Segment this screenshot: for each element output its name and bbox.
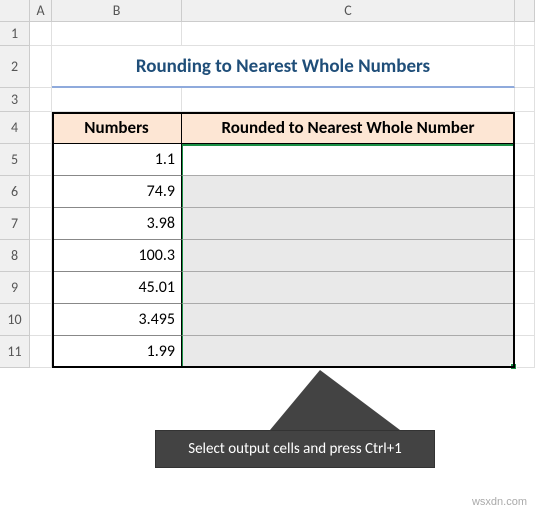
cell-b7[interactable]: 3.98 [52, 208, 182, 240]
page-title: Rounding to Nearest Whole Numbers [52, 46, 515, 88]
row-header-2[interactable]: 2 [0, 46, 30, 88]
cell-a9[interactable] [30, 272, 52, 304]
cell-d4[interactable] [515, 112, 535, 144]
callout-arrow-icon [270, 370, 400, 430]
row-header-5[interactable]: 5 [0, 144, 30, 176]
cell-c7[interactable] [182, 208, 515, 240]
col-header-a[interactable]: A [30, 0, 52, 22]
spreadsheet-grid[interactable]: A B C 1 2 3 4 5 6 7 8 9 10 11 Rounding t… [0, 0, 535, 368]
col-header-blank [515, 0, 535, 22]
cell-d10[interactable] [515, 304, 535, 336]
cell-c10[interactable] [182, 304, 515, 336]
cell-a10[interactable] [30, 304, 52, 336]
cell-c11[interactable] [182, 336, 515, 368]
select-all-corner[interactable] [0, 0, 30, 22]
cell-b1[interactable] [52, 22, 182, 46]
row-header-11[interactable]: 11 [0, 336, 30, 368]
cell-d11[interactable] [515, 336, 535, 368]
cell-d7[interactable] [515, 208, 535, 240]
cell-b5[interactable]: 1.1 [52, 144, 182, 176]
row-header-3[interactable]: 3 [0, 88, 30, 112]
col-header-b[interactable]: B [52, 0, 182, 22]
cell-a8[interactable] [30, 240, 52, 272]
cell-d6[interactable] [515, 176, 535, 208]
cell-d9[interactable] [515, 272, 535, 304]
cell-d2[interactable] [515, 46, 535, 88]
cell-b10[interactable]: 3.495 [52, 304, 182, 336]
cell-c5[interactable] [182, 144, 515, 176]
cell-a5[interactable] [30, 144, 52, 176]
table-header-numbers[interactable]: Numbers [52, 112, 182, 144]
cell-a4[interactable] [30, 112, 52, 144]
row-header-10[interactable]: 10 [0, 304, 30, 336]
cell-a2[interactable] [30, 46, 52, 88]
cell-c3[interactable] [182, 88, 515, 112]
cell-c9[interactable] [182, 272, 515, 304]
watermark-text: wsxdn.com [472, 496, 527, 508]
cell-d1[interactable] [515, 22, 535, 46]
row-header-1[interactable]: 1 [0, 22, 30, 46]
cell-c1[interactable] [182, 22, 515, 46]
row-header-4[interactable]: 4 [0, 112, 30, 144]
cell-a6[interactable] [30, 176, 52, 208]
cell-a1[interactable] [30, 22, 52, 46]
row-header-9[interactable]: 9 [0, 272, 30, 304]
cell-d5[interactable] [515, 144, 535, 176]
cell-c6[interactable] [182, 176, 515, 208]
row-header-7[interactable]: 7 [0, 208, 30, 240]
cell-a7[interactable] [30, 208, 52, 240]
cell-b9[interactable]: 45.01 [52, 272, 182, 304]
instruction-callout: Select output cells and press Ctrl+1 [155, 430, 435, 468]
table-header-rounded[interactable]: Rounded to Nearest Whole Number [182, 112, 515, 144]
col-header-c[interactable]: C [182, 0, 515, 22]
fill-handle[interactable] [510, 363, 517, 370]
cell-a11[interactable] [30, 336, 52, 368]
cell-d8[interactable] [515, 240, 535, 272]
cell-d3[interactable] [515, 88, 535, 112]
cell-b6[interactable]: 74.9 [52, 176, 182, 208]
cell-b3[interactable] [52, 88, 182, 112]
cell-c8[interactable] [182, 240, 515, 272]
cell-b8[interactable]: 100.3 [52, 240, 182, 272]
cell-b11[interactable]: 1.99 [52, 336, 182, 368]
cell-a3[interactable] [30, 88, 52, 112]
row-header-8[interactable]: 8 [0, 240, 30, 272]
row-header-6[interactable]: 6 [0, 176, 30, 208]
